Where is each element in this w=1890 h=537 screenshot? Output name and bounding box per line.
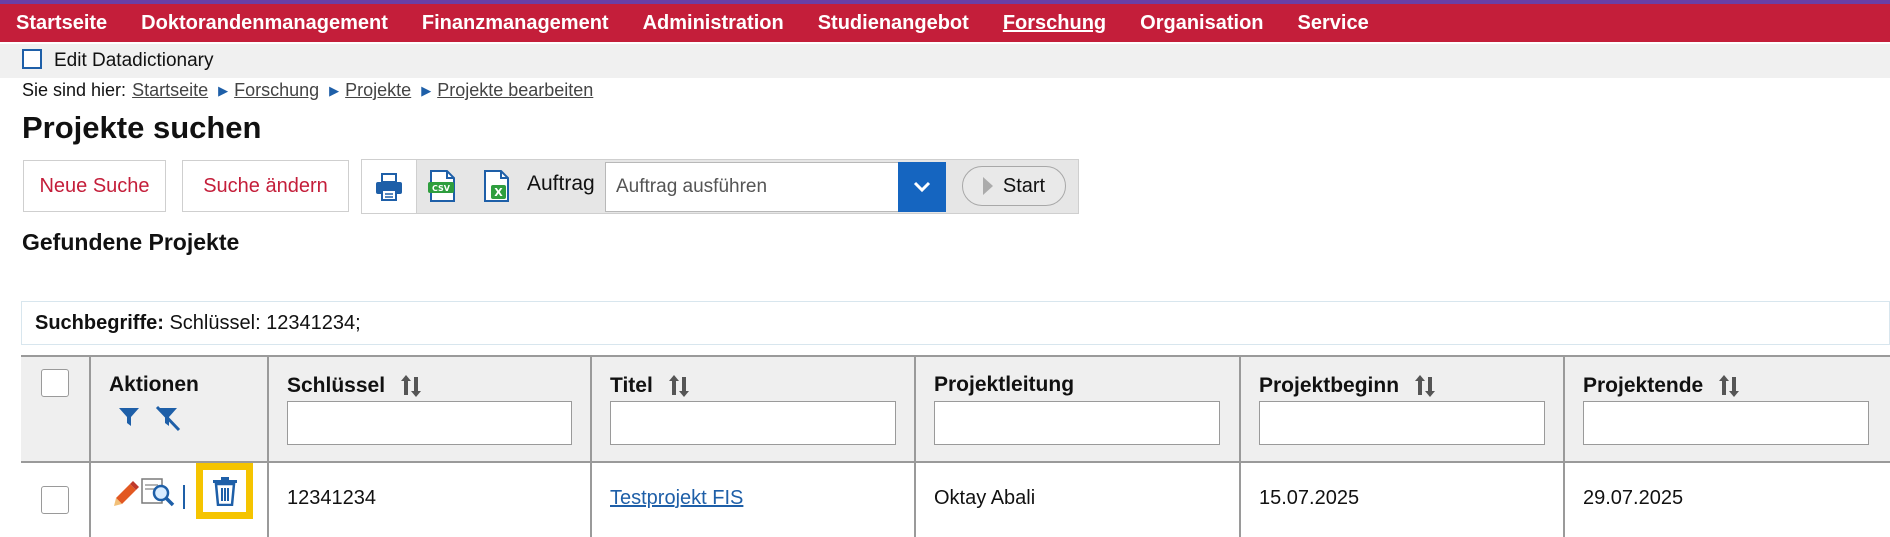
project-title-link[interactable]: Testprojekt FIS — [610, 487, 743, 510]
row-title-cell: Testprojekt FIS — [592, 463, 916, 537]
begin-filter-input[interactable] — [1259, 401, 1545, 445]
row-lead-value: Oktay Abali — [934, 487, 1036, 509]
search-terms-label: Suchbegriffe: — [35, 312, 164, 334]
column-header-begin: Projektbeginn — [1259, 373, 1437, 399]
filter-icon[interactable] — [117, 405, 141, 429]
breadcrumb-prefix: Sie sind hier: — [22, 80, 127, 100]
results-section-title: Gefundene Projekte — [22, 229, 240, 255]
nav-item-organisation[interactable]: Organisation — [1140, 12, 1263, 35]
page-title: Projekte suchen — [22, 110, 262, 145]
auftrag-select-value: Auftrag ausführen — [616, 176, 768, 197]
column-header-begin-label: Projektbeginn — [1259, 374, 1400, 397]
column-header-key-label: Schlüssel — [287, 374, 386, 397]
breadcrumb: Sie sind hier: Startseite ▶ Forschung ▶ … — [22, 80, 599, 101]
datadictionary-bar — [0, 44, 1890, 78]
view-details-icon[interactable] — [141, 477, 175, 509]
edit-datadictionary-checkbox[interactable] — [22, 49, 42, 69]
chevron-down-icon — [913, 181, 931, 193]
action-separator — [183, 485, 185, 509]
results-table: Aktionen Schlüssel Titel Projektleitung … — [21, 355, 1890, 537]
breadcrumb-projekte[interactable]: Projekte — [345, 80, 411, 101]
clear-filter-icon[interactable] — [154, 404, 182, 432]
nav-item-doktorandenmanagement[interactable]: Doktorandenmanagement — [141, 12, 388, 35]
select-all-checkbox[interactable] — [41, 369, 69, 397]
header-title-cell: Titel — [592, 357, 916, 461]
column-header-end-label: Projektende — [1583, 374, 1704, 397]
header-lead-cell: Projektleitung — [916, 357, 1241, 461]
delete-button[interactable] — [196, 463, 253, 519]
breadcrumb-startseite[interactable]: Startseite — [132, 80, 208, 101]
auftrag-label: Auftrag — [527, 172, 595, 195]
row-key-cell: 12341234 — [269, 463, 592, 537]
nav-item-finanzmanagement[interactable]: Finanzmanagement — [422, 12, 609, 35]
breadcrumb-forschung[interactable]: Forschung — [234, 80, 319, 101]
header-actions-cell: Aktionen — [91, 357, 269, 461]
sort-icon[interactable] — [667, 373, 691, 399]
start-button[interactable]: Start — [962, 166, 1066, 206]
start-button-label: Start — [1002, 174, 1046, 197]
column-header-end: Projektende — [1583, 373, 1741, 399]
column-header-actions: Aktionen — [109, 373, 199, 396]
nav-item-service[interactable]: Service — [1298, 12, 1369, 35]
header-select-cell — [21, 357, 91, 461]
printer-icon — [376, 172, 402, 201]
trash-icon — [212, 477, 237, 506]
key-filter-input[interactable] — [287, 401, 572, 445]
column-header-key: Schlüssel — [287, 373, 423, 399]
end-filter-input[interactable] — [1583, 401, 1869, 445]
svg-text:CSV: CSV — [432, 184, 451, 193]
sort-icon[interactable] — [399, 373, 423, 399]
play-icon — [982, 177, 993, 195]
header-key-cell: Schlüssel — [269, 357, 592, 461]
row-end-value: 29.07.2025 — [1583, 487, 1684, 509]
row-key-value: 12341234 — [287, 487, 376, 509]
nav-item-forschung[interactable]: Forschung — [1003, 12, 1106, 35]
excel-export-icon[interactable]: X — [481, 170, 511, 202]
nav-item-administration[interactable]: Administration — [643, 12, 784, 35]
breadcrumb-separator-icon: ▶ — [218, 82, 229, 98]
search-terms-value: Schlüssel: 12341234; — [169, 312, 361, 334]
main-navigation: Startseite Doktorandenmanagement Finanzm… — [0, 4, 1890, 42]
search-terms: Suchbegriffe: Schlüssel: 12341234; — [35, 312, 361, 335]
column-header-title: Titel — [610, 373, 691, 399]
nav-item-studienangebot[interactable]: Studienangebot — [818, 12, 969, 35]
header-end-cell: Projektende — [1565, 357, 1890, 461]
edit-datadictionary-label: Edit Datadictionary — [54, 50, 214, 71]
lead-filter-input[interactable] — [934, 401, 1220, 445]
row-lead-cell: Oktay Abali — [916, 463, 1241, 537]
column-header-lead: Projektleitung — [934, 373, 1075, 396]
csv-export-icon[interactable]: CSV — [427, 170, 457, 202]
sort-icon[interactable] — [1717, 373, 1741, 399]
breadcrumb-separator-icon: ▶ — [329, 82, 340, 98]
nav-item-startseite[interactable]: Startseite — [16, 12, 107, 35]
sort-icon[interactable] — [1413, 373, 1437, 399]
change-search-button[interactable]: Suche ändern — [182, 160, 349, 212]
delete-button-inner — [203, 470, 246, 512]
edit-pencil-icon[interactable] — [111, 481, 139, 509]
breadcrumb-projekte-bearbeiten[interactable]: Projekte bearbeiten — [437, 80, 593, 101]
row-begin-value: 15.07.2025 — [1259, 487, 1360, 509]
auftrag-dropdown-button[interactable] — [898, 162, 946, 212]
row-end-cell: 29.07.2025 — [1565, 463, 1890, 537]
row-actions-cell — [91, 463, 269, 537]
breadcrumb-separator-icon: ▶ — [421, 82, 432, 98]
row-checkbox[interactable] — [41, 486, 69, 514]
header-begin-cell: Projektbeginn — [1241, 357, 1565, 461]
row-select-cell — [21, 463, 91, 537]
title-filter-input[interactable] — [610, 401, 896, 445]
row-begin-cell: 15.07.2025 — [1241, 463, 1565, 537]
column-header-title-label: Titel — [610, 374, 653, 397]
new-search-button[interactable]: Neue Suche — [23, 160, 166, 212]
svg-text:X: X — [494, 186, 503, 199]
print-button[interactable] — [361, 159, 417, 214]
